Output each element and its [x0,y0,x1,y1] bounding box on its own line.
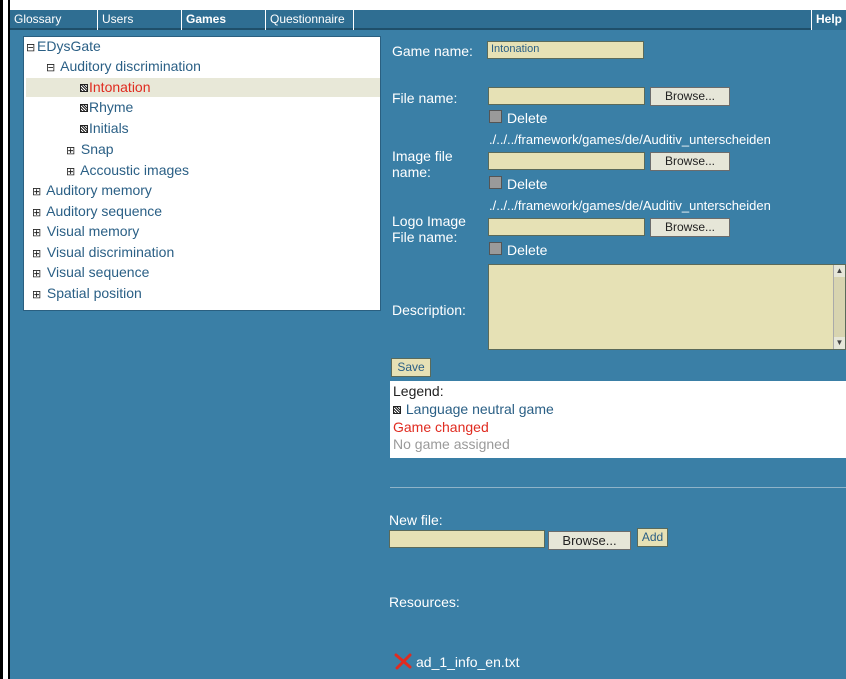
language-neutral-icon [80,125,88,134]
description-textarea[interactable]: ▲ ▼ [488,264,846,350]
image-delete-checkbox[interactable] [489,176,502,189]
tree-root-label: EDysGate [37,38,101,54]
tree-item-spatial-position[interactable]: ⊞ Spatial position [32,284,142,303]
tree-item-snap[interactable]: ⊞ Snap [66,140,114,159]
description-scrollbar[interactable]: ▲ ▼ [833,265,845,349]
scroll-up-icon[interactable]: ▲ [834,265,845,277]
tree-item-label: Initials [89,120,129,136]
expand-icon[interactable]: ⊞ [32,224,43,243]
tab-bar: Glossary Users Games Questionnaire Help [10,10,846,30]
logo-delete-label: Delete [507,242,548,258]
collapse-icon[interactable]: ⊟ [46,59,57,78]
expand-icon[interactable]: ⊞ [32,245,43,264]
tree-item-label: Rhyme [89,99,134,115]
logo-browse-button[interactable]: Browse... [650,218,730,237]
resources-label: Resources: [389,594,460,610]
game-name-label: Game name: [392,43,473,59]
help-link[interactable]: Help [810,10,846,30]
add-file-button[interactable]: Add [637,528,668,547]
expand-icon[interactable]: ⊞ [32,265,43,284]
language-neutral-icon [80,104,88,113]
tree-item-accoustic-images[interactable]: ⊞ Accoustic images [66,161,189,180]
save-button[interactable]: Save [391,358,431,377]
legend-changed: Game changed [393,419,489,435]
tree-root[interactable]: ⊟ EDysGate [26,37,101,56]
tree-item-label: Visual discrimination [46,244,175,260]
tree-item-visual-sequence[interactable]: ⊞ Visual sequence [32,263,149,282]
tree-item-label: Visual memory [46,223,140,239]
file-browse-button[interactable]: Browse... [650,87,730,106]
tree-item-label: Visual sequence [46,264,150,280]
language-neutral-icon [393,406,401,415]
expand-icon[interactable]: ⊞ [32,286,43,305]
image-path: ./../../framework/games/de/Auditiv_unter… [489,132,771,147]
language-neutral-icon [80,84,88,93]
expand-icon[interactable]: ⊞ [66,163,77,182]
scroll-down-icon[interactable]: ▼ [834,337,845,349]
tree-item-label: Auditory memory [46,182,152,198]
game-tree: ⊟ EDysGate ⊟ Auditory discrimination Into… [23,36,381,311]
logo-delete-checkbox[interactable] [489,242,502,255]
tree-item-label: Accoustic images [80,162,190,178]
section-divider [390,487,846,488]
tree-item-label: Auditory sequence [46,203,163,219]
tree-item-intonation[interactable]: Intonation [26,78,380,97]
tree-item-visual-discrimination[interactable]: ⊞ Visual discrimination [32,243,174,262]
legend-neutral: Language neutral game [393,400,843,419]
logo-file-input[interactable] [488,218,645,236]
games-admin-app: Glossary Users Games Questionnaire Help … [10,10,846,679]
file-delete-label: Delete [507,110,548,126]
image-delete-label: Delete [507,176,548,192]
delete-resource-icon[interactable] [394,652,412,670]
tree-item-label: Snap [80,141,114,157]
tab-games[interactable]: Games [182,10,266,30]
legend-title: Legend: [393,383,444,399]
legend-unassigned: No game assigned [393,436,510,452]
new-file-input[interactable] [389,530,545,548]
tab-questionnaire[interactable]: Questionnaire [266,10,354,30]
resource-file-link[interactable]: ad_1_info_en.txt [416,654,520,670]
file-name-label: File name: [392,90,458,106]
tree-item-auditory-discrimination[interactable]: ⊟ Auditory discrimination [46,57,201,76]
image-file-label: Image file name: [392,148,453,180]
new-file-browse-button[interactable]: Browse... [548,531,631,550]
tree-item-label: Spatial position [46,285,142,301]
file-name-input[interactable] [488,87,645,105]
expand-icon[interactable]: ⊞ [66,142,77,161]
tree-item-initials[interactable]: Initials [80,119,129,138]
tree-item-visual-memory[interactable]: ⊞ Visual memory [32,222,139,241]
tab-glossary[interactable]: Glossary [10,10,98,30]
logo-file-label: Logo Image File name: [392,213,466,245]
description-label: Description: [392,302,466,318]
expand-icon[interactable]: ⊞ [32,204,43,223]
tree-item-rhyme[interactable]: Rhyme [80,98,133,117]
image-file-input[interactable] [488,152,645,170]
file-delete-checkbox[interactable] [489,110,502,123]
image-browse-button[interactable]: Browse... [650,152,730,171]
tree-item-auditory-sequence[interactable]: ⊞ Auditory sequence [32,202,162,221]
tree-item-label: Auditory discrimination [60,58,201,74]
legend-neutral-label: Language neutral game [405,401,554,417]
collapse-icon[interactable]: ⊟ [26,39,37,58]
tree-item-auditory-memory[interactable]: ⊞ Auditory memory [32,181,152,200]
new-file-label: New file: [389,512,443,528]
logo-path: ./../../framework/games/de/Auditiv_unter… [489,198,771,213]
legend-box: Legend: Language neutral game Game chang… [390,381,846,458]
tree-item-label: Intonation [89,79,151,95]
expand-icon[interactable]: ⊞ [32,183,43,202]
game-name-input[interactable]: Intonation [487,41,644,59]
tab-users[interactable]: Users [98,10,182,30]
